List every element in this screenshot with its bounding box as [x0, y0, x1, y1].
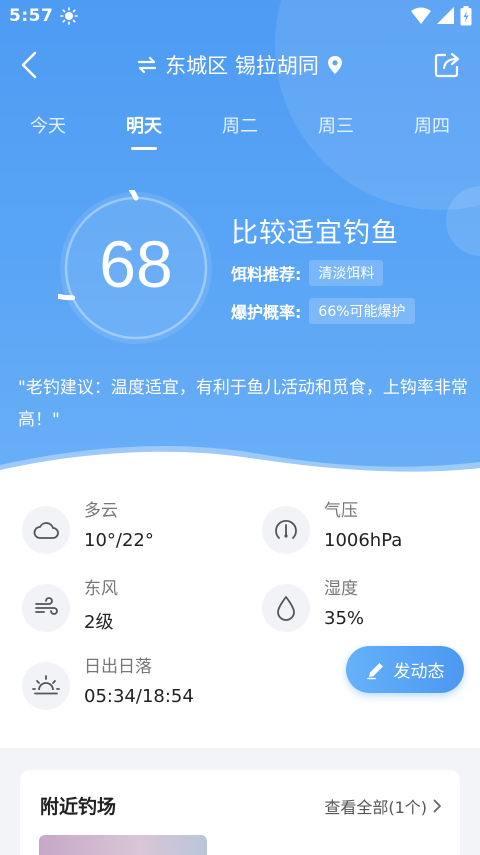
rating-title: 比较适宜钓鱼	[231, 218, 399, 249]
sunrise-icon	[22, 662, 70, 710]
location-name: 东城区 锡拉胡同	[165, 54, 319, 78]
tab-wednesday[interactable]: 周三	[296, 112, 376, 138]
cloud-icon	[22, 506, 70, 554]
burst-row: 爆护概率: 66%可能爆护	[231, 298, 415, 324]
burst-label: 爆护概率:	[231, 303, 302, 322]
tab-tuesday[interactable]: 周二	[200, 112, 280, 138]
view-all-label: 查看全部(1个)	[324, 798, 427, 817]
weather-details	[0, 490, 480, 748]
humidity-value: 35%	[324, 608, 365, 629]
tab-thursday[interactable]: 周四	[392, 112, 472, 138]
day-tabs: 今天 明天 周二 周三 周四	[0, 112, 480, 152]
nearby-title: 附近钓场	[40, 796, 117, 818]
switch-location-icon	[138, 56, 157, 74]
post-button-label: 发动态	[393, 662, 445, 682]
wind-label: 东风	[84, 579, 118, 599]
water-drop-icon	[262, 584, 310, 632]
location-selector[interactable]: 东城区 锡拉胡同	[0, 50, 480, 80]
sky-value: 10°/22°	[84, 530, 154, 551]
tab-tomorrow[interactable]: 明天	[104, 112, 184, 138]
wind-value: 2级	[84, 612, 114, 633]
battery-icon	[460, 6, 472, 26]
status-time: 5:57	[9, 6, 54, 26]
fishing-advice: "老钓建议：温度适宜，有利于鱼儿活动和觅食，上钩率非常高！"	[18, 378, 468, 430]
post-status-button[interactable]: 发动态	[346, 646, 464, 693]
wind-icon	[22, 584, 70, 632]
chevron-right-icon	[433, 799, 441, 813]
wifi-icon	[411, 7, 431, 24]
view-all-link[interactable]: 查看全部(1个)	[324, 794, 442, 818]
pressure-gauge-icon	[262, 506, 310, 554]
share-button[interactable]	[430, 48, 464, 82]
status-bar: 5:57	[0, 0, 480, 34]
nearby-spots-card: 附近钓场 查看全部(1个)	[20, 770, 460, 855]
sun-status-icon	[60, 7, 78, 25]
location-pin-icon	[327, 56, 342, 74]
sun-label: 日出日落	[84, 657, 152, 677]
burst-chip: 66%可能爆护	[309, 298, 415, 324]
top-bar: 东城区 锡拉胡同	[0, 44, 480, 86]
fishing-spot-thumbnail[interactable]	[39, 835, 207, 855]
active-tab-indicator	[131, 147, 157, 150]
humidity-label: 湿度	[324, 579, 358, 599]
sun-value: 05:34/18:54	[84, 686, 194, 707]
bait-chip: 清淡饵料	[309, 260, 384, 286]
sky-label: 多云	[84, 501, 118, 521]
bait-label: 饵料推荐:	[231, 265, 302, 284]
wave-divider	[0, 446, 480, 490]
bait-row: 饵料推荐: 清淡饵料	[231, 260, 384, 286]
pressure-label: 气压	[324, 501, 358, 521]
signal-icon	[437, 7, 454, 24]
fishing-score: 68	[99, 227, 173, 301]
share-icon	[434, 52, 460, 78]
pressure-value: 1006hPa	[324, 530, 403, 551]
edit-pencil-icon	[366, 662, 383, 679]
tab-today[interactable]: 今天	[8, 112, 88, 138]
